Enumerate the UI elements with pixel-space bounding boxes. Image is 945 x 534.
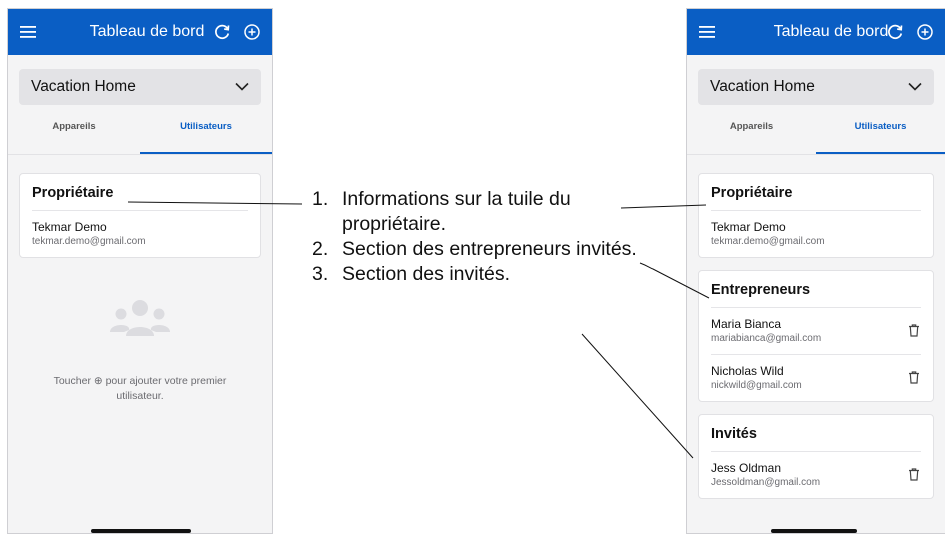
owner-card: Propriétaire Tekmar Demo tekmar.demo@gma… [698, 173, 934, 258]
owner-card-title: Propriétaire [32, 174, 248, 211]
callout-item: 3. Section des invités. [312, 262, 652, 287]
menu-icon[interactable] [18, 22, 38, 42]
list-item[interactable]: Jess Oldman Jessoldman@gmail.com [711, 452, 921, 498]
callout-text: Section des invités. [342, 263, 511, 285]
empty-state-text: Toucher ⊕ pour ajouter votre premier uti… [53, 375, 227, 402]
location-name: Vacation Home [710, 78, 815, 95]
location-name: Vacation Home [31, 78, 136, 95]
contractors-card-title: Entrepreneurs [711, 271, 921, 308]
menu-icon[interactable] [697, 22, 717, 42]
trash-icon[interactable] [907, 468, 921, 482]
right-phone-screen: Tableau de bord Vacation Home Appareils … [686, 8, 945, 534]
guests-card-title: Invités [711, 415, 921, 452]
top-app-bar: Tableau de bord [8, 9, 272, 55]
trash-icon[interactable] [907, 371, 921, 385]
empty-state: Toucher ⊕ pour ajouter votre premier uti… [19, 298, 261, 404]
location-dropdown[interactable]: Vacation Home [19, 69, 261, 105]
list-item[interactable]: Tekmar Demo tekmar.demo@gmail.com [711, 211, 921, 257]
list-item[interactable]: Maria Bianca mariabianca@gmail.com [711, 308, 921, 355]
add-circle-icon[interactable] [242, 22, 262, 42]
callout-number: 2. [312, 238, 329, 260]
home-indicator [91, 529, 191, 533]
callout-number: 3. [312, 263, 329, 285]
add-circle-icon[interactable] [915, 22, 935, 42]
user-email: tekmar.demo@gmail.com [711, 236, 825, 247]
callout-item: 1. Informations sur la tuile du propriét… [312, 187, 652, 237]
chevron-down-icon [908, 78, 922, 96]
callout-text: Section des entrepreneurs invités. [342, 238, 637, 260]
top-app-bar: Tableau de bord [687, 9, 945, 55]
tab-bar: Appareils Utilisateurs [687, 121, 945, 155]
user-name: Jess Oldman [711, 461, 782, 475]
owner-card-title: Propriétaire [711, 174, 921, 211]
user-email: Jessoldman@gmail.com [711, 477, 821, 488]
callout-list: 1. Informations sur la tuile du propriét… [312, 187, 652, 287]
location-dropdown[interactable]: Vacation Home [698, 69, 934, 105]
callout-item: 2. Section des entrepreneurs invités. [312, 237, 652, 262]
trash-icon[interactable] [907, 324, 921, 338]
users-group-icon [19, 298, 261, 340]
tab-appareils[interactable]: Appareils [8, 121, 140, 154]
callout-text: Informations sur la tuile du propriétair… [342, 188, 571, 235]
tab-utilisateurs[interactable]: Utilisateurs [816, 121, 945, 154]
guests-card: Invités Jess Oldman Jessoldman@gmail.com [698, 414, 934, 499]
user-email: mariabianca@gmail.com [711, 333, 822, 344]
contractors-card: Entrepreneurs Maria Bianca mariabianca@g… [698, 270, 934, 402]
tab-utilisateurs[interactable]: Utilisateurs [140, 121, 272, 154]
list-item[interactable]: Nicholas Wild nickwild@gmail.com [711, 355, 921, 401]
tab-appareils[interactable]: Appareils [687, 121, 816, 154]
refresh-icon[interactable] [212, 22, 232, 42]
leader-line-3 [581, 333, 694, 459]
user-email: tekmar.demo@gmail.com [32, 236, 146, 247]
owner-card: Propriétaire Tekmar Demo tekmar.demo@gma… [19, 173, 261, 258]
left-phone-screen: Tableau de bord Vacation Home Appareils … [7, 8, 273, 534]
callout-number: 1. [312, 188, 329, 210]
user-name: Maria Bianca [711, 317, 782, 331]
refresh-icon[interactable] [885, 22, 905, 42]
tab-bar: Appareils Utilisateurs [8, 121, 272, 155]
chevron-down-icon [235, 78, 249, 96]
user-email: nickwild@gmail.com [711, 380, 802, 391]
user-name: Tekmar Demo [32, 220, 107, 234]
user-name: Nicholas Wild [711, 364, 784, 378]
user-name: Tekmar Demo [711, 220, 786, 234]
home-indicator [771, 529, 857, 533]
list-item[interactable]: Tekmar Demo tekmar.demo@gmail.com [32, 211, 248, 257]
